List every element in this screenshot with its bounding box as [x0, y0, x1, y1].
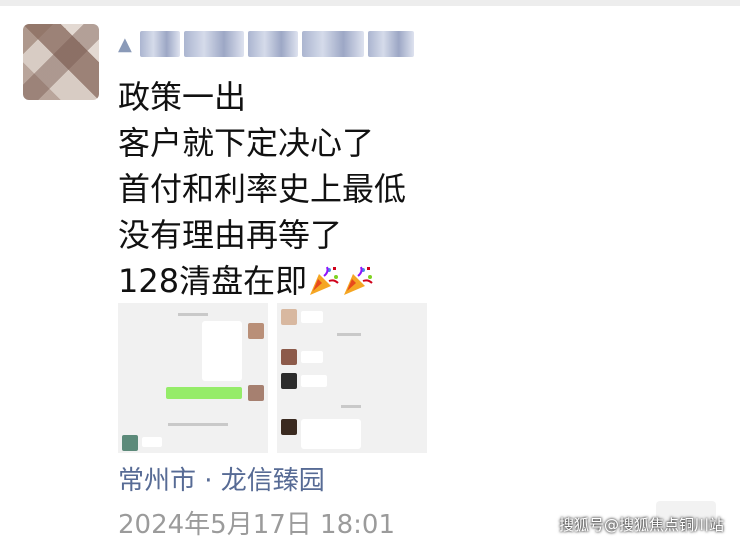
- chat-screenshot-thumbnail[interactable]: [118, 303, 268, 453]
- post-line: 没有理由再等了: [118, 216, 343, 254]
- post-timestamp: 2024年5月17日 18:01: [118, 510, 395, 540]
- post-line: 128清盘在即: [118, 262, 308, 300]
- post-text: 政策一出 客户就下定决心了 首付和利率史上最低 没有理由再等了 128清盘在即: [118, 74, 406, 304]
- person-icon: ▲: [118, 33, 132, 55]
- post-line: 政策一出: [118, 78, 247, 116]
- top-divider: [0, 0, 740, 6]
- avatar[interactable]: [23, 24, 99, 100]
- post-line: 客户就下定决心了: [118, 124, 375, 162]
- author-name[interactable]: ▲: [118, 28, 414, 60]
- party-popper-icon: [310, 266, 339, 295]
- party-popper-icon: [344, 266, 373, 295]
- post-line-with-emoji: 128清盘在即: [118, 258, 406, 304]
- post-line: 首付和利率史上最低: [118, 170, 407, 208]
- photo-grid: [118, 303, 427, 453]
- chat-screenshot-thumbnail[interactable]: [277, 303, 427, 453]
- blurred-name: [139, 31, 414, 57]
- watermark: 搜狐号@搜狐焦点铜川站: [558, 516, 724, 534]
- location-link[interactable]: 常州市 · 龙信臻园: [118, 460, 325, 497]
